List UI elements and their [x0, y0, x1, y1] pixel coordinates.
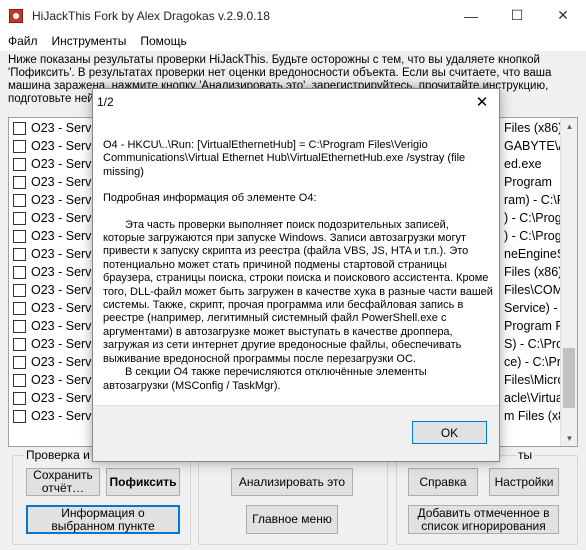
item-label: O23 - Servi	[31, 391, 95, 405]
item-label-tail: Program	[504, 175, 552, 189]
checkbox[interactable]	[13, 337, 26, 351]
item-label-tail: ce) - C:\Pro	[504, 355, 566, 369]
info-selected-button[interactable]: Информация о выбранном пункте	[26, 505, 180, 534]
item-label: O23 - Servi	[31, 301, 95, 315]
checkbox[interactable]	[13, 373, 26, 387]
item-label: O23 - Servi	[31, 319, 95, 333]
item-label-tail: acle\Virtua	[504, 391, 563, 405]
checkbox[interactable]	[13, 283, 26, 297]
item-label-tail: Service) - C	[504, 301, 566, 315]
menu-bar: Файл Инструменты Помощь	[0, 31, 586, 51]
add-to-ignore-list-button[interactable]: Добавить отмеченное в список игнорирован…	[408, 505, 559, 534]
item-label: O23 - Servi	[31, 211, 95, 225]
item-label: O23 - Servi	[31, 175, 95, 189]
item-label: O23 - Servi	[31, 247, 95, 261]
item-label: O23 - Servi	[31, 283, 95, 297]
item-label: O23 - Servi	[31, 121, 95, 135]
item-label: O23 - Servi	[31, 193, 95, 207]
checkbox[interactable]	[13, 121, 26, 135]
scroll-thumb[interactable]	[563, 348, 575, 408]
checkbox[interactable]	[13, 193, 26, 207]
checkbox[interactable]	[13, 157, 26, 171]
item-label-tail: Files\Micro	[504, 373, 565, 387]
item-label-tail: ram) - C:\P	[504, 193, 566, 207]
item-label: O23 - Servi	[31, 355, 95, 369]
item-label-tail: Files\COMC	[504, 283, 566, 297]
checkbox[interactable]	[13, 409, 26, 423]
item-label: O23 - Servi	[31, 157, 95, 171]
item-label: O23 - Servi	[31, 139, 95, 153]
close-button[interactable]: ✕	[540, 0, 586, 31]
scroll-down-icon[interactable]: ▼	[561, 430, 577, 446]
scroll-up-icon[interactable]: ▲	[561, 118, 577, 134]
item-label: O23 - Servi	[31, 229, 95, 243]
checkbox[interactable]	[13, 175, 26, 189]
dialog-title: 1/2	[97, 95, 114, 109]
menu-help[interactable]: Помощь	[133, 34, 193, 48]
info-dialog: 1/2 ✕ O4 - HKCU\..\Run: [VirtualEthernet…	[92, 88, 500, 462]
dialog-footer: OK	[93, 405, 499, 461]
save-report-button[interactable]: Сохранить отчёт…	[26, 468, 100, 496]
checkbox[interactable]	[13, 211, 26, 225]
dialog-paragraph: В секции O4 также перечисляются отключён…	[103, 366, 427, 392]
item-label: O23 - Servi	[31, 409, 95, 423]
intro-line: Ниже показаны результаты проверки HiJack…	[8, 54, 540, 66]
checkbox[interactable]	[13, 391, 26, 405]
group-scan-fix-label: Проверка и д	[24, 448, 103, 462]
item-label-tail: Files (x86)\C	[504, 121, 566, 135]
item-label-tail: Files (x86)\C	[504, 265, 566, 279]
fix-button[interactable]: Пофиксить	[106, 468, 180, 496]
checkbox[interactable]	[13, 139, 26, 153]
checkbox[interactable]	[13, 355, 26, 369]
item-label-tail: ) - C:\Progra	[504, 211, 566, 225]
item-label-tail: S) - C:\Prog	[504, 337, 566, 351]
item-label: O23 - Servi	[31, 373, 95, 387]
checkbox[interactable]	[13, 247, 26, 261]
menu-file[interactable]: Файл	[0, 34, 45, 48]
settings-button[interactable]: Настройки	[489, 468, 559, 496]
help-button[interactable]: Справка	[408, 468, 478, 496]
intro-line: 'Пофиксить'. В результатах проверки нет …	[8, 67, 552, 79]
dialog-entry: O4 - HKCU\..\Run: [VirtualEthernetHub] =…	[103, 139, 466, 178]
ok-button[interactable]: OK	[412, 421, 487, 444]
item-label-tail: ed.exe	[504, 157, 542, 171]
main-menu-button[interactable]: Главное меню	[246, 505, 338, 534]
checkbox[interactable]	[13, 265, 26, 279]
menu-tools[interactable]: Инструменты	[45, 34, 134, 48]
dialog-paragraph: Эта часть проверки выполняет поиск подоз…	[103, 218, 493, 365]
item-label-tail: GABYTE\Ap	[504, 139, 566, 153]
maximize-button[interactable]: ☐	[494, 0, 540, 31]
item-label-tail: m Files (x86	[504, 409, 566, 423]
item-label: O23 - Servi	[31, 265, 95, 279]
item-label: O23 - Servi	[31, 337, 95, 351]
dialog-body: O4 - HKCU\..\Run: [VirtualEthernetHub] =…	[103, 139, 493, 393]
dialog-heading: Подробная информация об элементе O4:	[103, 192, 317, 205]
group-other-label: ты	[516, 448, 535, 462]
title-bar: HiJackThis Fork by Alex Dragokas v.2.9.0…	[0, 0, 586, 31]
item-label-tail: Program Fi	[504, 319, 566, 333]
item-label-tail: ) - C:\Progr	[504, 229, 566, 243]
vertical-scrollbar[interactable]: ▲ ▼	[560, 118, 577, 446]
app-icon	[9, 8, 23, 23]
window-title: HiJackThis Fork by Alex Dragokas v.2.9.0…	[32, 8, 270, 23]
window-controls: — ☐ ✕	[448, 0, 586, 31]
checkbox[interactable]	[13, 229, 26, 243]
minimize-button[interactable]: —	[448, 0, 494, 31]
checkbox[interactable]	[13, 301, 26, 315]
checkbox[interactable]	[13, 319, 26, 333]
analyze-button[interactable]: Анализировать это	[231, 468, 353, 496]
item-label-tail: neEngineS	[504, 247, 566, 261]
dialog-close-icon[interactable]: ✕	[471, 91, 493, 113]
